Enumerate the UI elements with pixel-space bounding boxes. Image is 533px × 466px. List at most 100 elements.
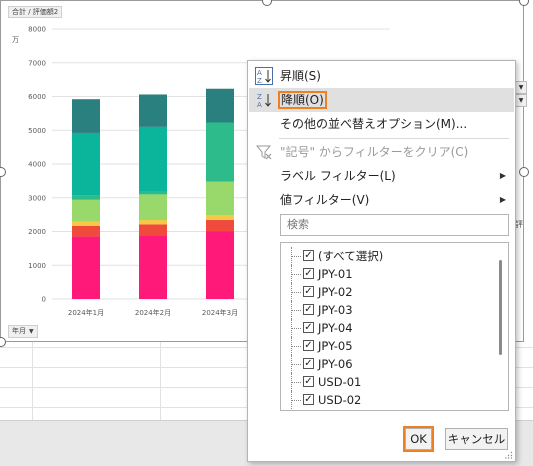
bar-segment — [139, 94, 167, 127]
axis-field-button[interactable]: 年月 ▼ — [8, 325, 38, 338]
x-tick-label: 2024年3月 — [202, 308, 238, 317]
value-field-button[interactable]: 合計 / 評価額2 — [8, 6, 63, 18]
clear-filter-item[interactable]: "記号" からフィルターをクリア(C) — [249, 140, 514, 164]
y-tick-label: 0 — [42, 296, 46, 304]
submenu-arrow-icon: ▶ — [499, 171, 506, 180]
bar-segment — [72, 99, 100, 133]
value-filter-label: 値フィルター(V) — [280, 193, 370, 207]
checkbox[interactable]: ✓ — [303, 340, 314, 351]
filter-list-item[interactable]: ✓ JPY-02 — [281, 283, 496, 301]
tree-connector — [291, 400, 301, 401]
checkbox[interactable]: ✓ — [303, 304, 314, 315]
sort-ascending-icon: A Z — [255, 67, 273, 85]
list-scrollbar[interactable] — [495, 244, 507, 409]
y-tick-label: 5000 — [28, 127, 46, 135]
bar-segment — [206, 122, 234, 182]
y-tick-label: 8000 — [28, 26, 46, 34]
checkbox[interactable]: ✓ — [303, 322, 314, 333]
more-sort-options-item[interactable]: その他の並べ替えオプション(M)... — [249, 112, 514, 136]
tree-connector — [291, 382, 301, 383]
sort-ascending-label: 昇順(S) — [280, 69, 321, 83]
svg-text:Z: Z — [257, 77, 262, 85]
bar-segment — [206, 215, 234, 221]
scrollbar-thumb[interactable] — [499, 260, 502, 355]
filter-item-label: JPY-03 — [318, 303, 353, 317]
y-tick-label: 3000 — [28, 194, 46, 202]
checkbox[interactable]: ✓ — [303, 394, 314, 405]
legend-field-dropdown-2[interactable]: ▼ — [515, 94, 527, 107]
filter-list-item[interactable]: ✓ USD-02 — [281, 391, 496, 409]
filter-item-label: USD-02 — [318, 393, 362, 407]
bar-segment — [139, 224, 167, 236]
filter-list-item[interactable]: ✓ JPY-03 — [281, 301, 496, 319]
label-filter-label: ラベル フィルター(L) — [280, 169, 396, 183]
checkbox[interactable]: ✓ — [303, 376, 314, 387]
tree-connector — [291, 346, 301, 347]
checkbox[interactable]: ✓ — [303, 250, 314, 261]
tree-connector — [291, 292, 301, 293]
label-filter-item[interactable]: ラベル フィルター(L) ▶ — [249, 164, 514, 188]
bar-segment — [139, 191, 167, 195]
bar-segment — [72, 195, 100, 200]
svg-text:A: A — [257, 101, 262, 109]
tree-connector — [291, 310, 301, 311]
bar-segment — [72, 199, 100, 222]
tree-connector — [291, 256, 301, 257]
y-tick-label: 7000 — [28, 59, 46, 67]
ok-button[interactable]: OK — [403, 426, 434, 452]
filter-value-list[interactable]: ✓ (すべて選択) ✓ JPY-01 ✓ JPY-02 ✓ JPY-03 ✓ JPY-04 ✓ JPY… — [280, 242, 509, 411]
checkbox[interactable]: ✓ — [303, 286, 314, 297]
submenu-arrow-icon: ▶ — [499, 195, 506, 204]
y-tick-label: 4000 — [28, 161, 46, 169]
filter-item-label: JPY-06 — [318, 357, 353, 371]
filter-list-item[interactable]: ✓ JPY-06 — [281, 355, 496, 373]
search-placeholder: 検索 — [287, 218, 309, 231]
resize-grip-icon[interactable] — [505, 451, 513, 459]
checkbox[interactable]: ✓ — [303, 268, 314, 279]
sort-descending-item[interactable]: Z A 降順(O) — [249, 88, 514, 112]
bar-segment — [139, 194, 167, 221]
svg-text:Z: Z — [257, 93, 262, 101]
filter-search-input[interactable]: 検索 — [280, 214, 509, 236]
sort-descending-icon: Z A — [257, 93, 271, 109]
filter-item-label: JPY-05 — [318, 339, 353, 353]
filter-list-item[interactable]: ✓ USD-01 — [281, 373, 496, 391]
filter-sort-menu: A Z 昇順(S) Z A 降順(O) その他の並べ替えオプション(M)... … — [247, 60, 516, 462]
bar-segment — [72, 221, 100, 226]
bar-segment — [139, 126, 167, 191]
value-filter-item[interactable]: 値フィルター(V) ▶ — [249, 188, 514, 212]
svg-text:A: A — [257, 69, 262, 77]
x-tick-label: 2024年2月 — [135, 308, 171, 317]
cancel-button-label: キャンセル — [447, 432, 506, 446]
ok-button-label: OK — [410, 432, 427, 446]
checkbox[interactable]: ✓ — [303, 358, 314, 369]
bar-segment — [72, 225, 100, 237]
axis-field-label: 年月 — [12, 327, 26, 335]
legend-field-dropdown-1[interactable]: ▼ — [515, 81, 527, 94]
cancel-button[interactable]: キャンセル — [445, 428, 508, 450]
y-tick-label: 1000 — [28, 262, 46, 270]
filter-list-item[interactable]: ✓ (すべて選択) — [281, 247, 496, 265]
y-tick-label: 2000 — [28, 228, 46, 236]
bar-segment — [206, 181, 234, 216]
filter-list-item[interactable]: ✓ JPY-01 — [281, 265, 496, 283]
clear-filter-label: "記号" からフィルターをクリア(C) — [280, 145, 469, 159]
sort-ascending-item[interactable]: A Z 昇順(S) — [249, 64, 514, 88]
tree-connector — [291, 364, 301, 365]
bar-segment — [72, 236, 100, 299]
bar-segment — [139, 220, 167, 225]
filter-list-item[interactable]: ✓ JPY-04 — [281, 319, 496, 337]
value-field-label: 合計 / 評価額2 — [12, 8, 59, 16]
x-tick-label: 2024年1月 — [68, 308, 104, 317]
legend-peek-label: 評 — [515, 220, 523, 229]
bar-segment — [206, 231, 234, 299]
y-unit-label: 万 — [12, 36, 19, 44]
clear-filter-icon — [255, 145, 272, 160]
dropdown-arrow-icon: ▼ — [29, 328, 34, 335]
bar-segment — [206, 220, 234, 232]
filter-item-label: JPY-02 — [318, 285, 353, 299]
tree-connector — [291, 274, 301, 275]
bar-segment — [139, 235, 167, 299]
filter-item-label: USD-01 — [318, 375, 362, 389]
filter-list-item[interactable]: ✓ JPY-05 — [281, 337, 496, 355]
